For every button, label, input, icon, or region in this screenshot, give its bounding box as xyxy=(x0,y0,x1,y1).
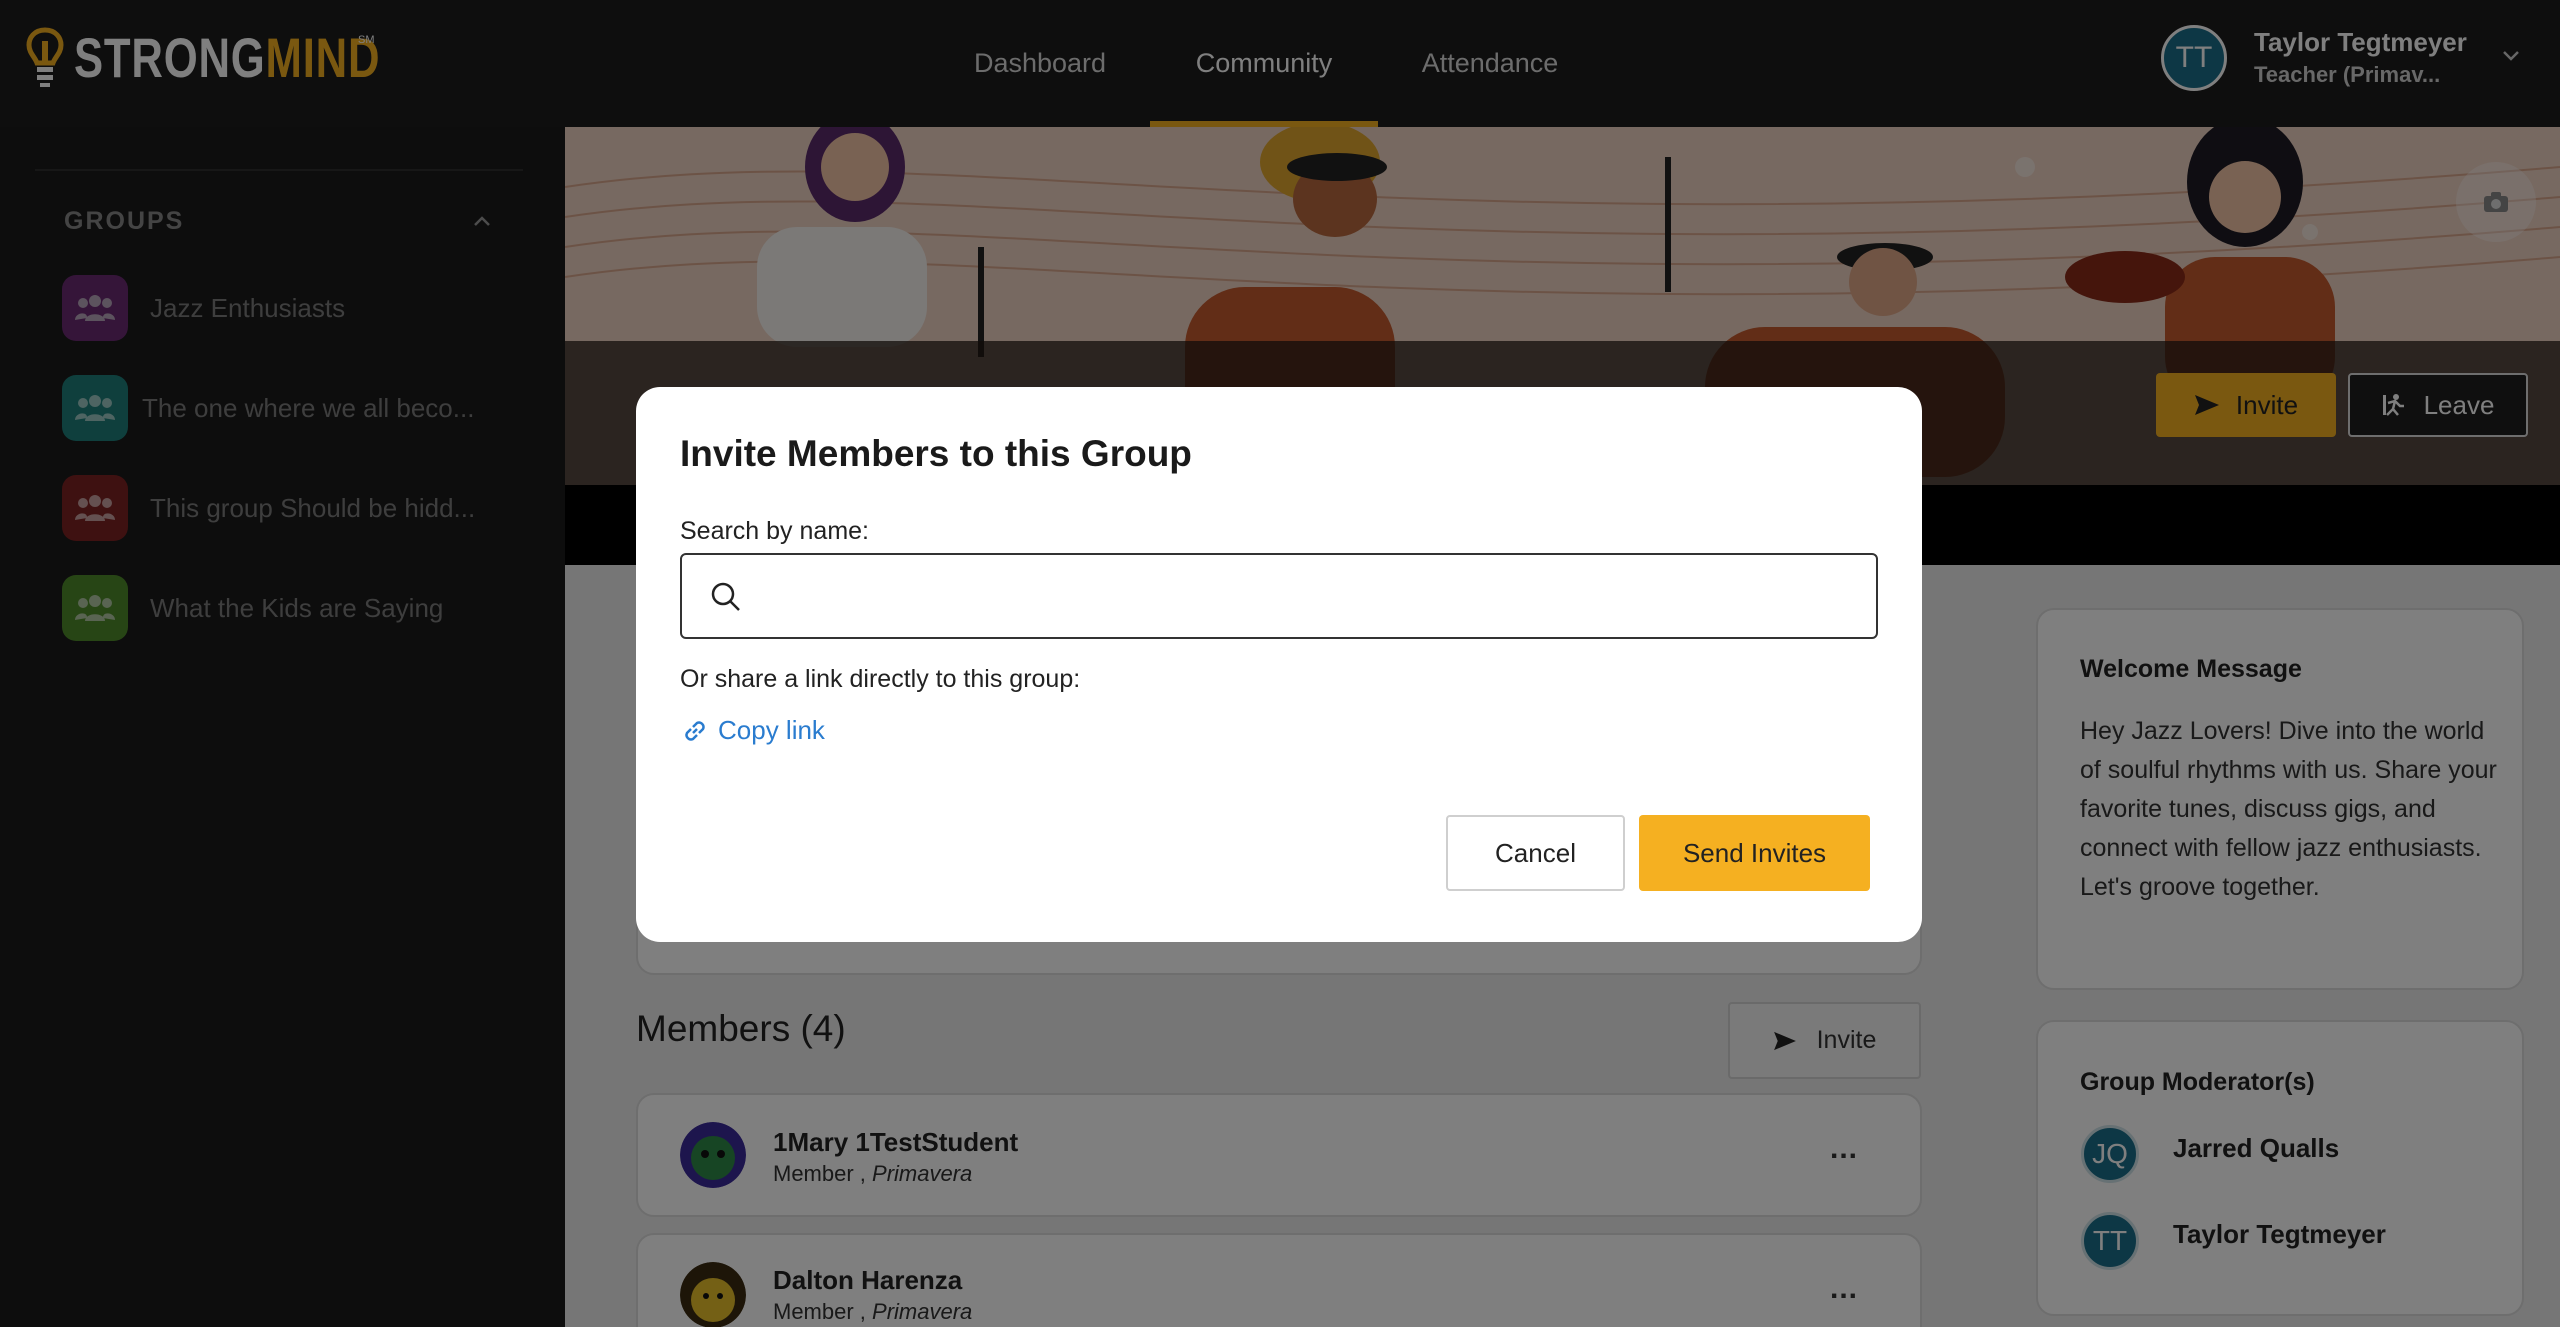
search-field[interactable] xyxy=(680,553,1878,639)
send-invites-button[interactable]: Send Invites xyxy=(1639,815,1870,891)
share-link-label: Or share a link directly to this group: xyxy=(680,665,1081,693)
copy-link-label: Copy link xyxy=(718,715,825,745)
search-label: Search by name: xyxy=(680,517,869,545)
modal-title: Invite Members to this Group xyxy=(680,433,1192,474)
link-icon xyxy=(685,720,705,741)
search-input[interactable] xyxy=(762,557,1862,635)
copy-link-button[interactable]: Copy link xyxy=(680,715,825,746)
search-icon xyxy=(711,582,740,611)
invite-members-modal: Invite Members to this Group Search by n… xyxy=(636,387,1922,942)
cancel-button[interactable]: Cancel xyxy=(1446,815,1625,891)
